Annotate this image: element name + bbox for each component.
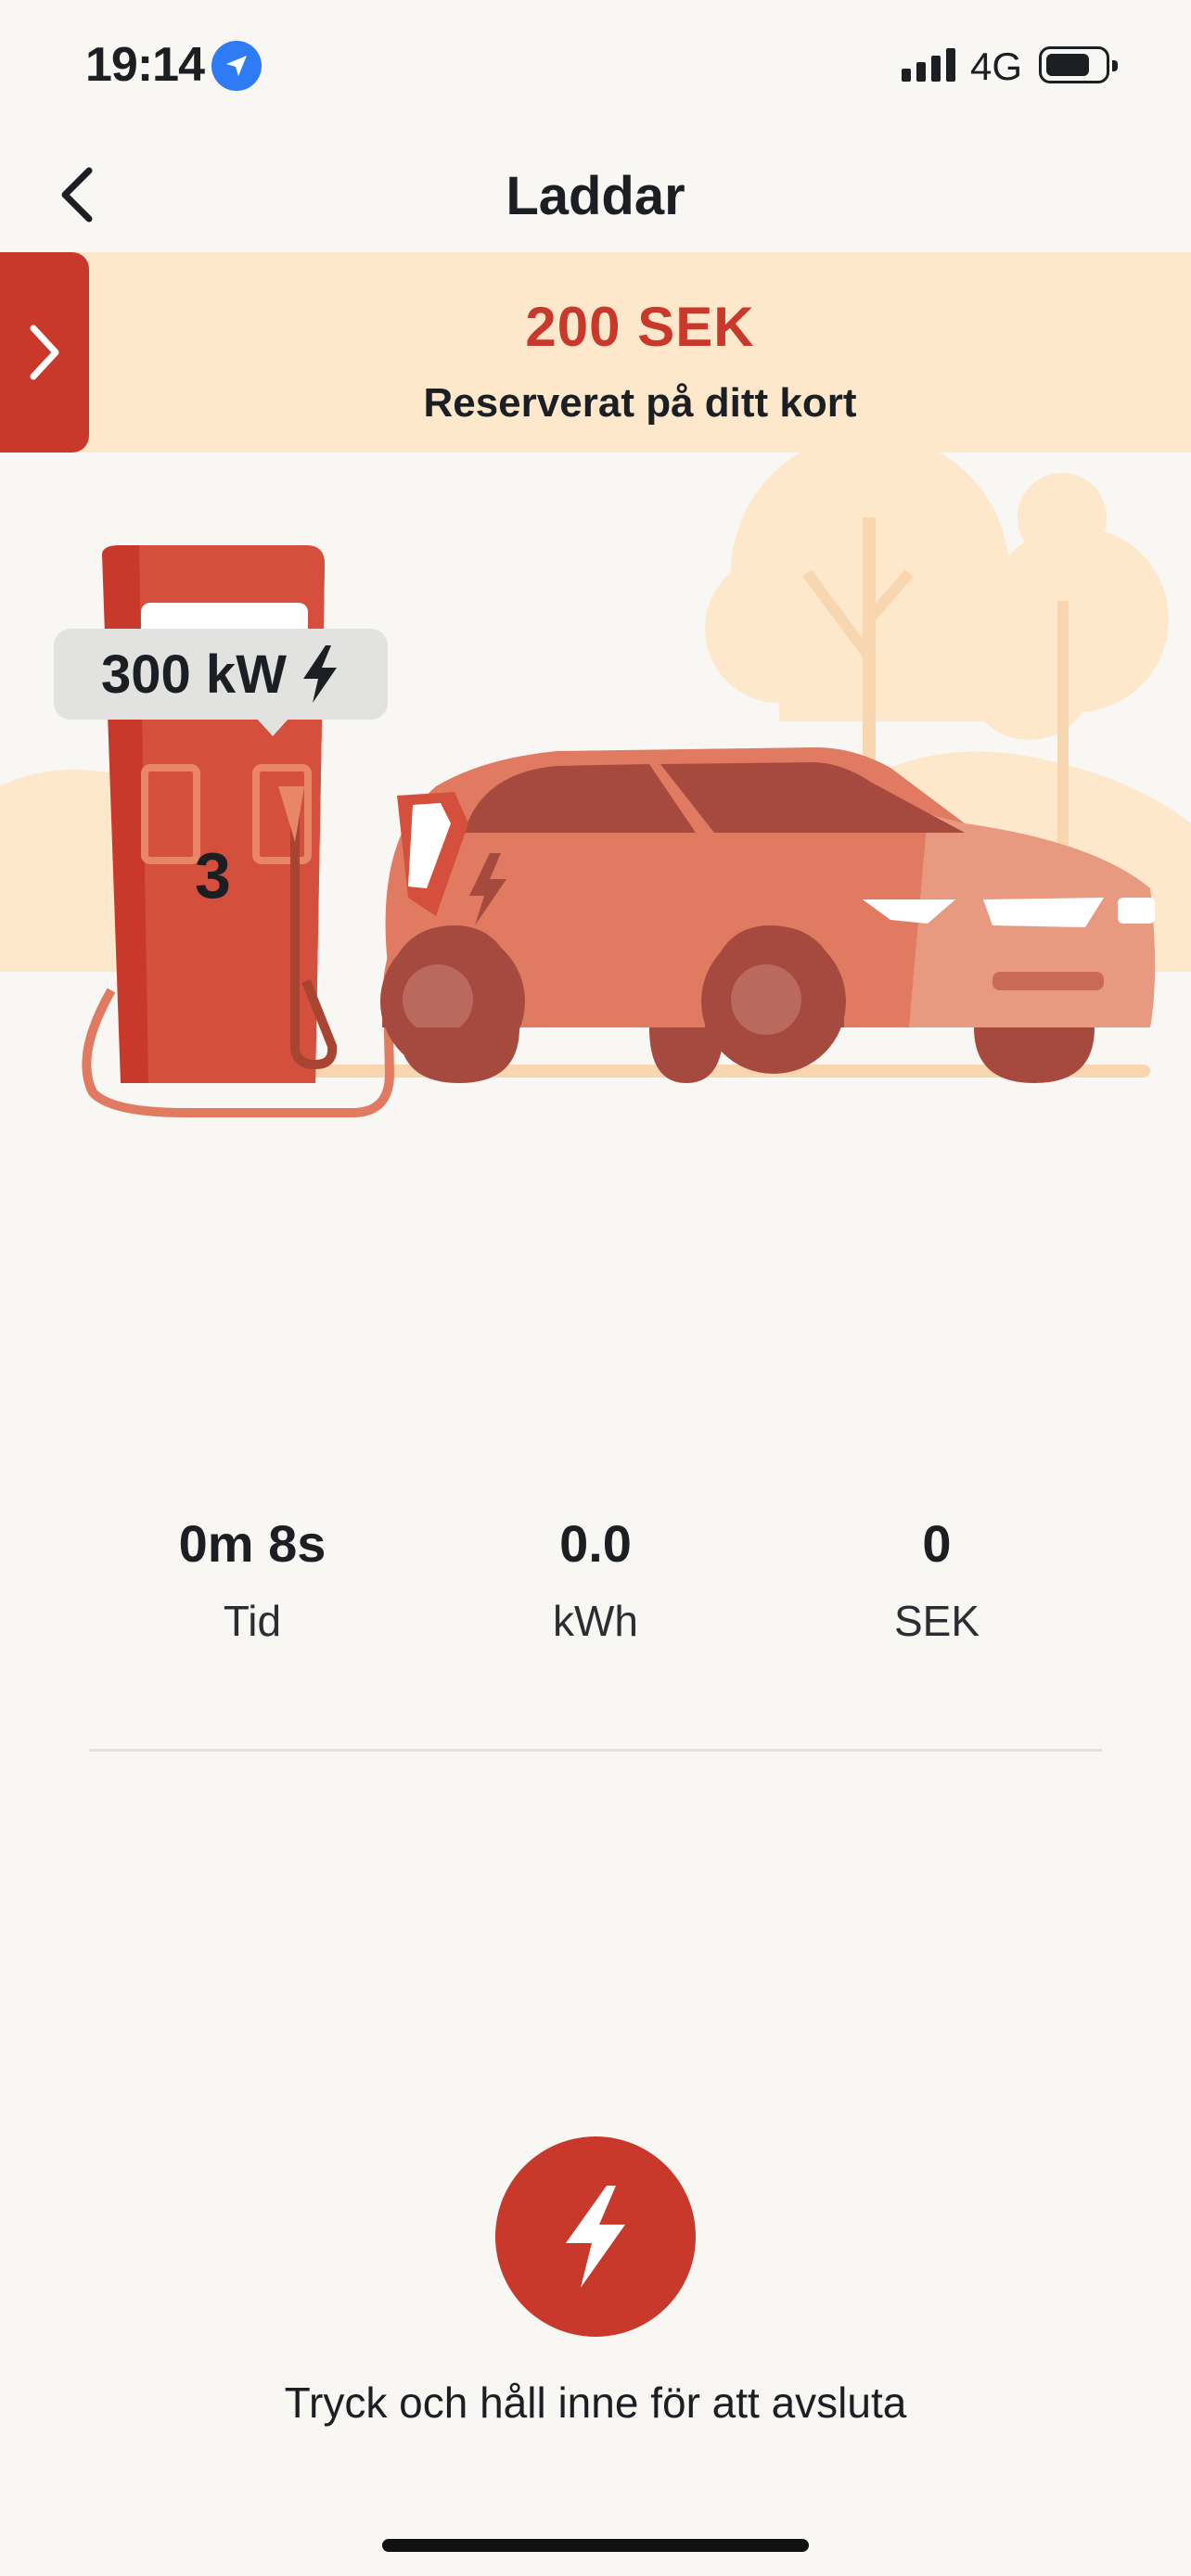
stat-cost: 0 SEK <box>779 1513 1095 1646</box>
signal-icon <box>902 48 955 82</box>
stat-energy: 0.0 kWh <box>438 1513 753 1646</box>
charger-number: 3 <box>195 839 231 912</box>
page-title: Laddar <box>506 166 685 226</box>
home-indicator[interactable] <box>382 2539 809 2552</box>
bolt-icon <box>566 2186 625 2288</box>
stat-cost-label: SEK <box>893 1597 980 1645</box>
charging-screen: 19:14 4G Laddar 200 SEK Reserverat på di… <box>0 0 1191 2576</box>
stat-energy-label: kWh <box>553 1597 638 1645</box>
stat-cost-value: 0 <box>922 1514 952 1573</box>
stat-time: 0m 8s Tid <box>95 1513 410 1646</box>
nav-header: Laddar <box>0 139 1191 250</box>
stat-time-value: 0m 8s <box>178 1514 327 1573</box>
chevron-right-icon <box>30 325 59 380</box>
divider <box>89 1749 1102 1752</box>
location-arrow-icon <box>211 41 262 91</box>
status-bar: 19:14 4G <box>0 0 1191 130</box>
status-time: 19:14 <box>85 38 205 92</box>
power-badge: 300 kW <box>54 629 388 736</box>
power-value: 300 kW <box>101 644 287 705</box>
bolt-icon <box>302 645 337 703</box>
reservation-banner: 200 SEK Reserverat på ditt kort <box>0 252 1191 453</box>
banner-expand-button[interactable] <box>0 252 89 453</box>
session-stats: 0m 8s Tid 0.0 kWh 0 SEK <box>0 1513 1191 1671</box>
stat-time-label: Tid <box>223 1597 282 1645</box>
stat-energy-value: 0.0 <box>559 1514 632 1573</box>
stop-hint: Tryck och håll inne för att avsluta <box>284 2378 907 2427</box>
battery-icon <box>1039 46 1118 83</box>
network-type: 4G <box>970 45 1023 88</box>
charging-illustration: 300 kW 3 <box>0 434 1191 1157</box>
reserved-amount: 200 SEK <box>525 296 755 358</box>
reserved-subtitle: Reserverat på ditt kort <box>423 380 857 426</box>
scene-artwork <box>0 434 1191 1117</box>
stop-charging-button[interactable] <box>495 2136 696 2337</box>
